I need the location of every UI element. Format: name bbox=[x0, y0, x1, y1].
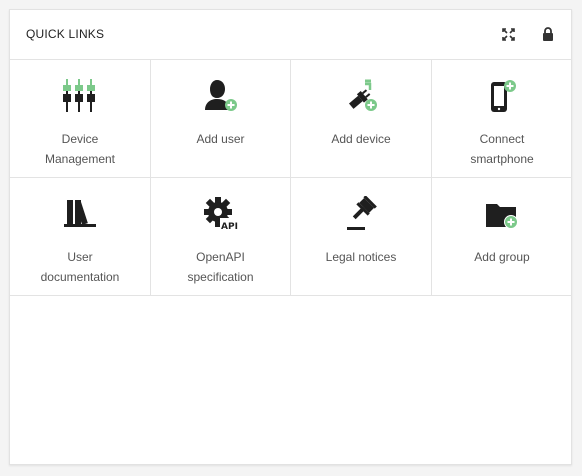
tile-label: Add user bbox=[196, 132, 245, 146]
legal-notices-icon bbox=[343, 196, 379, 232]
add-group-icon bbox=[484, 196, 520, 232]
tile-add-user[interactable]: Add user bbox=[151, 60, 291, 178]
tile-label: Device Management bbox=[44, 132, 116, 166]
tile-label: OpenAPI specification bbox=[187, 250, 254, 284]
add-user-icon bbox=[203, 78, 239, 114]
quick-links-grid: Device Management Add user Add device Co… bbox=[10, 60, 572, 296]
tile-label: User documentation bbox=[40, 250, 120, 284]
svg-text:API: API bbox=[221, 222, 238, 232]
connect-smartphone-icon bbox=[484, 78, 520, 114]
openapi-icon: API bbox=[203, 196, 239, 232]
expand-button[interactable] bbox=[500, 26, 516, 42]
tile-device-management[interactable]: Device Management bbox=[10, 60, 151, 178]
tile-connect-smartphone[interactable]: Connect smartphone bbox=[432, 60, 572, 178]
tile-add-device[interactable]: Add device bbox=[291, 60, 432, 178]
lock-button[interactable] bbox=[540, 26, 556, 42]
quick-links-panel: QUICK LINKS Device Management Add user A… bbox=[9, 9, 572, 465]
tile-label: Connect smartphone bbox=[470, 132, 534, 166]
lock-icon bbox=[543, 27, 553, 41]
expand-icon bbox=[501, 27, 515, 41]
tile-label: Add group bbox=[474, 250, 530, 264]
tile-label: Legal notices bbox=[325, 250, 397, 264]
panel-header: QUICK LINKS bbox=[10, 10, 571, 60]
tile-openapi-specification[interactable]: API OpenAPI specification bbox=[151, 178, 291, 296]
tile-label: Add device bbox=[331, 132, 391, 146]
add-device-icon bbox=[343, 78, 379, 114]
tile-legal-notices[interactable]: Legal notices bbox=[291, 178, 432, 296]
panel-title: QUICK LINKS bbox=[26, 27, 105, 41]
tile-add-group[interactable]: Add group bbox=[432, 178, 572, 296]
user-documentation-icon bbox=[62, 196, 98, 232]
device-management-icon bbox=[62, 78, 98, 114]
tile-user-documentation[interactable]: User documentation bbox=[10, 178, 151, 296]
